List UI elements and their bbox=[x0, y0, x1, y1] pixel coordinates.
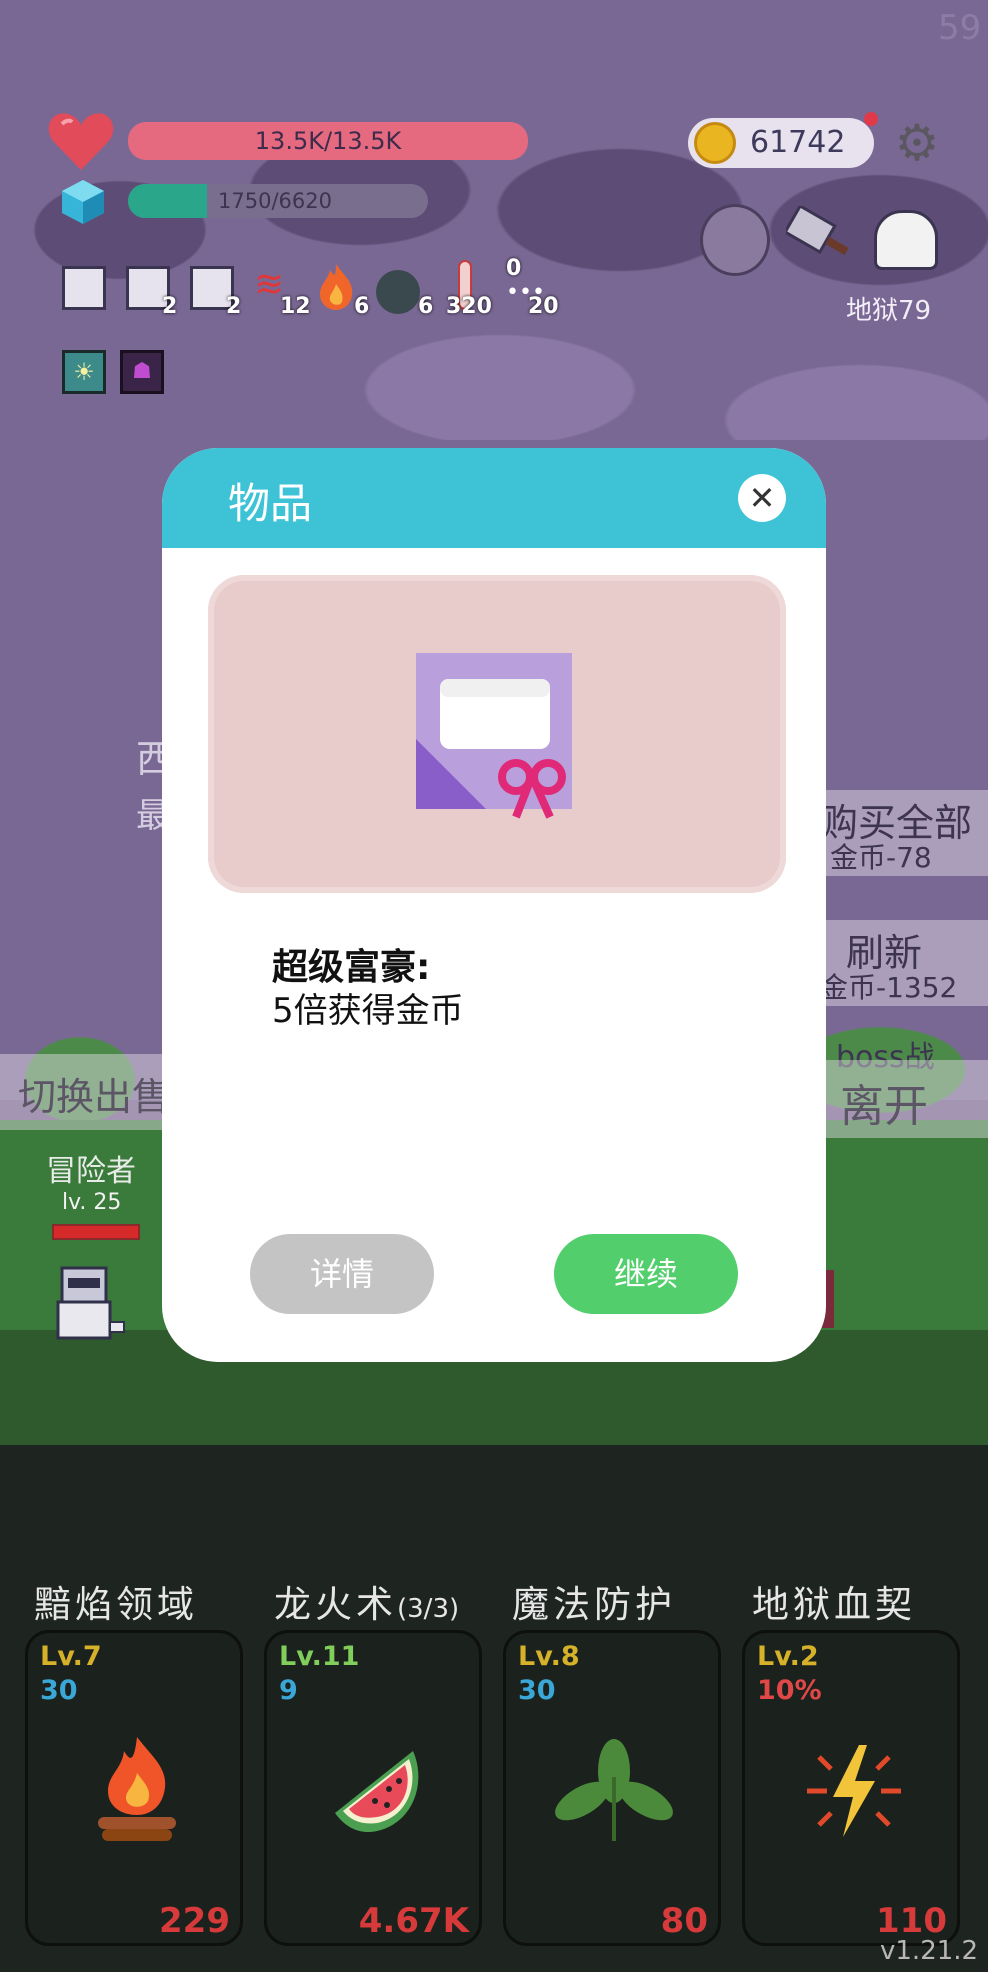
skill-title: 龙火术 bbox=[274, 1583, 397, 1626]
version-label: v1.21.2 bbox=[880, 1936, 979, 1966]
leaf-icon bbox=[554, 1737, 674, 1847]
gift-scroll-icon bbox=[412, 649, 578, 819]
skill-title-row: 龙火术(3/3) bbox=[274, 1574, 459, 1628]
hp-text: 13.5K/13.5K bbox=[254, 127, 402, 155]
heart-icon bbox=[48, 112, 114, 172]
skill-card-dark-flame[interactable]: Lv.7 30 229 bbox=[25, 1630, 243, 1946]
skill-cost: 110 bbox=[876, 1901, 947, 1941]
xp-bar-fill bbox=[128, 184, 207, 218]
skill-value: 10% bbox=[757, 1675, 822, 1706]
refresh-cost: 金币-1352 bbox=[820, 971, 958, 1004]
scroll-icon bbox=[62, 266, 106, 310]
skill-value: 9 bbox=[279, 1675, 298, 1706]
campfire-icon bbox=[92, 1733, 182, 1843]
skill-title: 魔法防护 bbox=[512, 1583, 676, 1626]
skill-level: Lv.11 bbox=[279, 1641, 360, 1672]
hero-name: 冒险者 bbox=[46, 1154, 136, 1189]
demon-buff-icon: ☗ bbox=[120, 350, 164, 394]
close-icon[interactable]: ✕ bbox=[738, 474, 786, 522]
switch-sell-label: 切换出售 bbox=[18, 1075, 171, 1119]
status-count: 2 bbox=[226, 294, 242, 319]
skill-title: 黯焰领域 bbox=[34, 1583, 198, 1626]
status-count: 6 bbox=[354, 294, 370, 319]
skill-card-magic-protection[interactable]: Lv.8 30 80 bbox=[503, 1630, 721, 1946]
crystal-icon bbox=[60, 178, 106, 226]
skill-cost: 80 bbox=[660, 1901, 708, 1941]
item-description: 5倍获得金币 bbox=[272, 991, 464, 1031]
skill-level: Lv.8 bbox=[518, 1641, 580, 1672]
skill-value: 30 bbox=[518, 1675, 556, 1706]
skill-card-dragon-fire[interactable]: Lv.11 9 4.67K bbox=[264, 1630, 482, 1946]
cleaver-icon bbox=[783, 203, 852, 266]
continue-button[interactable]: 继续 bbox=[554, 1234, 738, 1314]
skill-level: Lv.7 bbox=[40, 1641, 102, 1672]
item-dialog: 物品 ✕ 超级富豪: 5倍获得金币 详情 继续 bbox=[162, 448, 826, 1362]
notification-dot bbox=[864, 112, 878, 126]
watermelon-icon bbox=[327, 1743, 427, 1839]
details-button[interactable]: 详情 bbox=[250, 1234, 434, 1314]
ghost-girl-icon bbox=[700, 204, 770, 276]
skill-value: 30 bbox=[40, 1675, 78, 1706]
status-top-value: 0 bbox=[506, 256, 522, 281]
dialog-title: 物品 bbox=[228, 479, 313, 528]
adventurer-sprite bbox=[48, 1262, 128, 1352]
status-count: 6 bbox=[418, 294, 434, 319]
status-count: 20 bbox=[528, 294, 559, 319]
status-count: 12 bbox=[280, 294, 311, 319]
skill-title-suffix: (3/3) bbox=[397, 1594, 460, 1624]
coin-amount: 61742 bbox=[750, 125, 846, 160]
leave-label: 离开 bbox=[840, 1081, 928, 1132]
bomb-icon bbox=[376, 270, 420, 314]
fire-icon bbox=[316, 262, 356, 312]
stage-label: 地狱79 bbox=[846, 296, 932, 326]
buy-all-cost: 金币-78 bbox=[830, 841, 932, 874]
hero-hp-bar bbox=[52, 1224, 140, 1240]
gear-icon[interactable]: ⚙ bbox=[890, 116, 944, 170]
skill-title: 地狱血契 bbox=[752, 1583, 916, 1626]
coin-icon bbox=[694, 122, 736, 164]
skill-level: Lv.2 bbox=[757, 1641, 819, 1672]
ghost-icon bbox=[874, 210, 938, 270]
xp-text: 1750/6620 bbox=[218, 189, 332, 213]
skill-cost: 4.67K bbox=[358, 1901, 469, 1941]
item-preview bbox=[208, 575, 786, 893]
hero-level: lv. 25 bbox=[62, 1190, 122, 1215]
fps-counter: 59 bbox=[938, 8, 982, 48]
skill-card-hell-blood-pact[interactable]: Lv.2 10% 110 bbox=[742, 1630, 960, 1946]
status-count: 2 bbox=[162, 294, 178, 319]
lightning-icon bbox=[799, 1741, 909, 1841]
lightbulb-buff-icon: ☀ bbox=[62, 350, 106, 394]
skill-cost: 229 bbox=[159, 1901, 230, 1941]
status-count: 320 bbox=[446, 294, 492, 319]
